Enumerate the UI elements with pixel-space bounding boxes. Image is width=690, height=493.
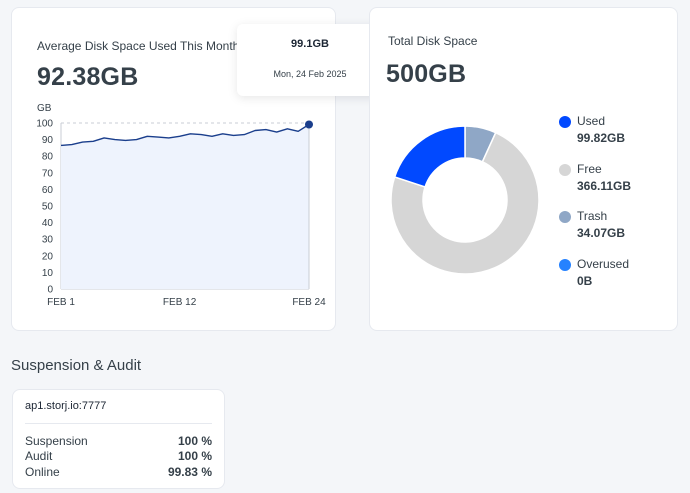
total-disk-title: Total Disk Space — [388, 34, 478, 48]
stat-row-suspension: Suspension 100 % — [25, 434, 212, 449]
chart-tooltip: 99.1GB Mon, 24 Feb 2025 — [237, 24, 383, 96]
x-tick-label: FEB 1 — [47, 297, 75, 308]
y-tick-label: 70 — [42, 168, 54, 179]
legend-value: 34.07GB — [577, 226, 626, 240]
y-tick-label: 100 — [36, 119, 53, 130]
stat-row-audit: Audit 100 % — [25, 449, 212, 464]
y-tick-label: 90 — [42, 135, 54, 146]
disk-usage-title: Average Disk Space Used This Month — [37, 39, 240, 53]
stat-label: Online — [25, 465, 60, 479]
legend-dot-free — [559, 164, 571, 176]
legend-value: 366.11GB — [577, 179, 632, 193]
disk-space-donut-chart[interactable] — [380, 115, 550, 285]
section-title: Suspension & Audit — [11, 357, 142, 374]
y-tick-label: 50 — [42, 202, 54, 213]
donut-slice-used — [393, 125, 466, 188]
tooltip-value: 99.1GB — [291, 38, 329, 50]
chart-point — [305, 120, 313, 129]
chart-area-fill — [61, 124, 309, 289]
legend-value: 0B — [577, 274, 593, 288]
y-tick-label: 60 — [42, 185, 54, 196]
node-status-card: ap1.storj.io:7777 Suspension 100 % Audit… — [12, 389, 225, 489]
y-tick-label: 10 — [42, 268, 54, 279]
x-tick-label: FEB 24 — [292, 297, 326, 308]
stat-label: Audit — [25, 449, 53, 463]
legend-value: 99.82GB — [577, 131, 626, 145]
legend-dot-overused — [559, 259, 571, 271]
stat-value: 100 % — [177, 434, 212, 448]
stat-value: 100 % — [177, 449, 212, 463]
stat-value: 99.83 % — [167, 465, 212, 479]
y-tick-label: 30 — [42, 235, 54, 246]
y-tick-label: 80 — [42, 152, 54, 163]
x-tick-label: FEB 12 — [163, 297, 197, 308]
legend-label: Free — [577, 162, 602, 176]
legend-label: Used — [577, 114, 606, 128]
y-tick-label: 20 — [42, 251, 54, 262]
divider — [25, 423, 212, 424]
disk-usage-value: 92.38GB — [37, 63, 139, 91]
legend-dot-trash — [559, 211, 571, 223]
legend-dot-used — [559, 116, 571, 128]
y-axis-label: GB — [37, 103, 52, 114]
node-address: ap1.storj.io:7777 — [25, 400, 107, 412]
disk-usage-chart[interactable]: GB 0 10 20 30 40 50 60 70 80 90 100 FEB 1 FEB 12 FEB 2… — [11, 95, 331, 310]
y-tick-label: 0 — [47, 285, 53, 296]
stat-label: Suspension — [25, 434, 88, 448]
tooltip-date: Mon, 24 Feb 2025 — [273, 69, 347, 79]
legend-label: Trash — [577, 209, 608, 223]
y-tick-label: 40 — [42, 218, 54, 229]
total-disk-value: 500GB — [386, 60, 467, 88]
stat-row-online: Online 99.83 % — [25, 465, 212, 480]
legend-label: Overused — [577, 257, 630, 271]
